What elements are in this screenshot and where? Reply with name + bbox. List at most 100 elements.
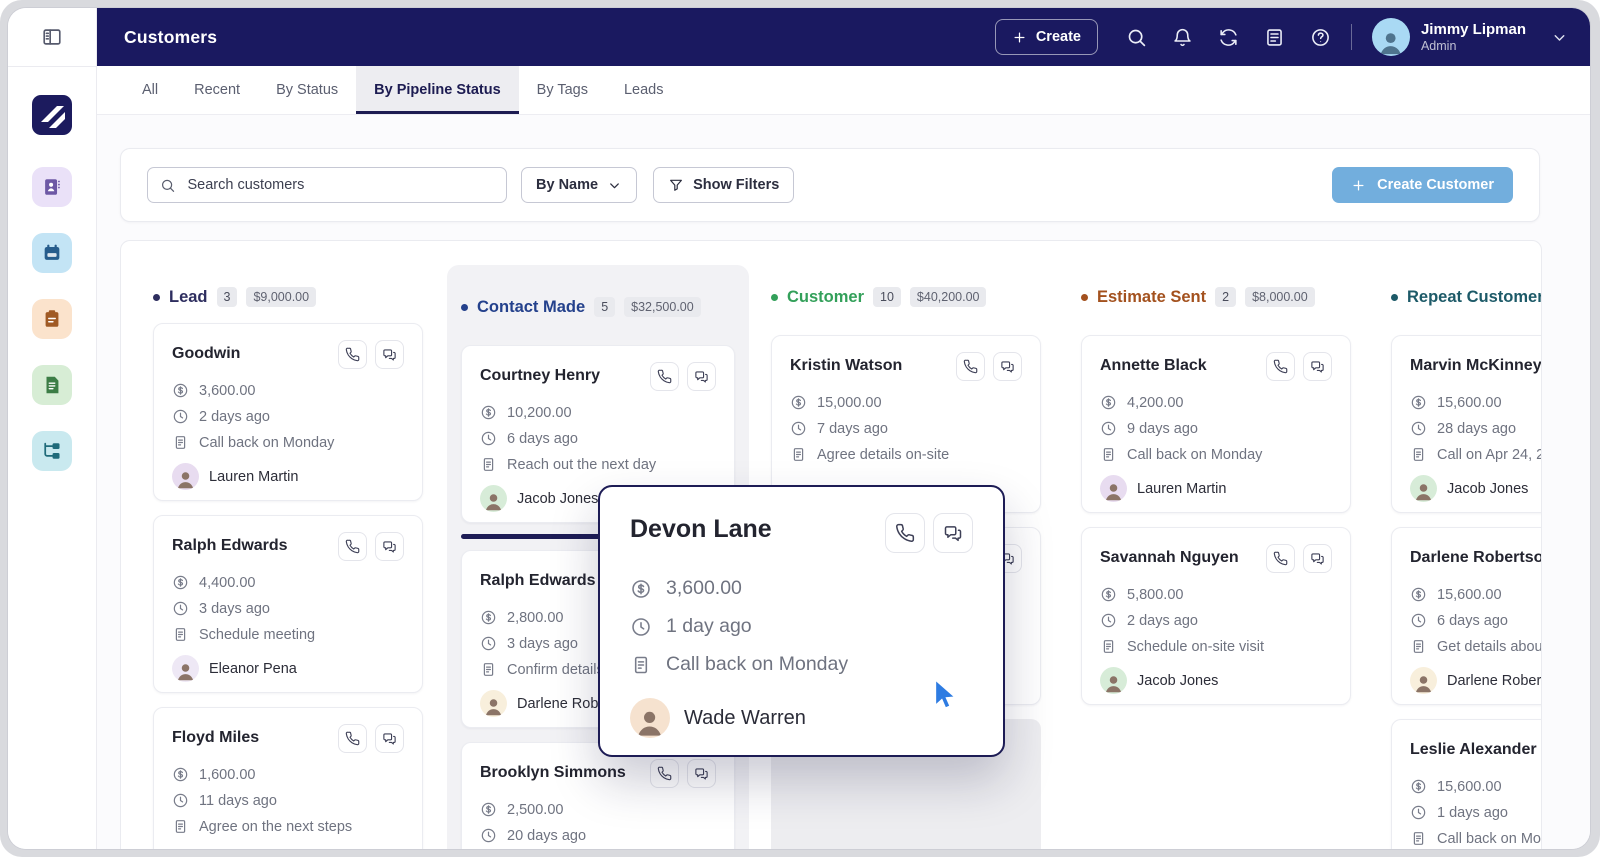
sidebar-item-pipeline[interactable] [32, 431, 72, 471]
customer-card-floyd-miles[interactable]: Floyd Miles1,600.0011 days agoAgree on t… [153, 707, 423, 849]
sidebar-item-contacts[interactable] [32, 167, 72, 207]
card-header: Savannah Nguyen [1100, 544, 1332, 573]
tab-recent[interactable]: Recent [176, 66, 258, 114]
sort-select[interactable]: By Name [521, 167, 637, 203]
message-button[interactable] [993, 352, 1022, 381]
card-note: Call back on Monday [1410, 830, 1542, 847]
clock-icon [1100, 612, 1117, 629]
call-button[interactable] [338, 532, 367, 561]
sidebar-item-tasks[interactable] [32, 299, 72, 339]
call-button[interactable] [338, 340, 367, 369]
sidebar-item-calendar[interactable] [32, 233, 72, 273]
dragged-card[interactable]: Devon Lane 3,600.00 1 day ago Call back … [598, 485, 1005, 757]
tab-all[interactable]: All [124, 66, 176, 114]
call-button[interactable] [650, 759, 679, 788]
message-button[interactable] [375, 532, 404, 561]
card-details: 2,500.0020 days ago [480, 801, 716, 844]
customer-card-marvin-mckinney[interactable]: Marvin McKinney15,600.0028 days agoCall … [1391, 335, 1542, 513]
search-box[interactable] [147, 167, 507, 203]
card-owner: Darlene Robertson [1410, 667, 1542, 694]
message-button[interactable] [687, 362, 716, 391]
customer-card-leslie-alexander[interactable]: Leslie Alexander15,600.001 days agoCall … [1391, 719, 1542, 849]
tab-by-status[interactable]: By Status [258, 66, 356, 114]
user-name: Jimmy Lipman [1421, 21, 1526, 39]
sync-icon[interactable] [1218, 27, 1239, 48]
note-icon [172, 818, 189, 835]
chat-icon [1310, 359, 1325, 374]
filter-toolbar: By Name Show Filters Create Customer [120, 148, 1540, 222]
status-dot-icon [1081, 294, 1088, 301]
note-icon [1100, 638, 1117, 655]
card-owner: Jacob Jones [1410, 475, 1542, 502]
customer-card-goodwin[interactable]: Goodwin3,600.002 days agoCall back on Mo… [153, 323, 423, 501]
card-details: 15,000.007 days agoAgree details on-site [790, 394, 1022, 463]
status-dot-icon [461, 304, 468, 311]
card-age: 1 days ago [1410, 804, 1542, 821]
flow-icon [41, 440, 63, 462]
card-name: Goodwin [172, 340, 240, 363]
tab-by-tags[interactable]: By Tags [519, 66, 606, 114]
dollar-icon [1410, 586, 1427, 603]
card-actions [885, 513, 973, 553]
user-menu[interactable]: Jimmy Lipman Admin [1372, 18, 1568, 56]
message-button[interactable] [1303, 544, 1332, 573]
owner-avatar [1410, 475, 1437, 502]
clock-icon [1100, 420, 1117, 437]
help-icon[interactable] [1310, 27, 1331, 48]
call-button[interactable] [1266, 544, 1295, 573]
show-filters-button[interactable]: Show Filters [653, 167, 794, 203]
chat-icon [694, 766, 709, 781]
tab-by-pipeline-status[interactable]: By Pipeline Status [356, 66, 519, 114]
clock-icon [172, 792, 189, 809]
message-button[interactable] [933, 513, 973, 553]
tab-bar: AllRecentBy StatusBy Pipeline StatusBy T… [96, 66, 1590, 115]
contacts-icon [41, 176, 63, 198]
dollar-icon [172, 382, 189, 399]
tab-leads[interactable]: Leads [606, 66, 682, 114]
brand-logo [32, 95, 72, 135]
notifications-icon[interactable] [1172, 27, 1193, 48]
call-button[interactable] [338, 724, 367, 753]
call-button[interactable] [1266, 352, 1295, 381]
chevron-down-icon [1551, 29, 1568, 46]
message-button[interactable] [375, 340, 404, 369]
notes-icon[interactable] [1264, 27, 1285, 48]
customer-card-darlene-robertson[interactable]: Darlene Robertson15,600.006 days agoGet … [1391, 527, 1542, 705]
card-note: Agree details on-site [790, 446, 1022, 463]
note-icon [630, 654, 652, 676]
column-title: Lead [169, 288, 208, 307]
card-details: 15,600.0028 days agoCall on Apr 24, 2024 [1410, 394, 1542, 463]
customer-card-annette-black[interactable]: Annette Black4,200.009 days agoCall back… [1081, 335, 1351, 513]
create-customer-button[interactable]: Create Customer [1332, 167, 1513, 203]
card-note: Get details about the project [1410, 638, 1542, 655]
card-note: Schedule on-site visit [1100, 638, 1332, 655]
message-button[interactable] [375, 724, 404, 753]
clock-icon [480, 430, 497, 447]
call-button[interactable] [956, 352, 985, 381]
call-button[interactable] [885, 513, 925, 553]
card-details: 4,200.009 days agoCall back on Monday [1100, 394, 1332, 463]
search-input[interactable] [186, 176, 495, 194]
card-actions [956, 352, 1022, 381]
customer-card-savannah-nguyen[interactable]: Savannah Nguyen5,800.002 days agoSchedul… [1081, 527, 1351, 705]
sidebar-toggle-button[interactable] [8, 8, 96, 67]
dollar-icon [1410, 394, 1427, 411]
create-button[interactable]: Create [995, 19, 1098, 55]
card-name: Darlene Robertson [1410, 544, 1542, 567]
search-icon[interactable] [1126, 27, 1147, 48]
owner-avatar [1100, 475, 1127, 502]
chat-icon [382, 539, 397, 554]
customer-card-ralph-edwards[interactable]: Ralph Edwards4,400.003 days agoSchedule … [153, 515, 423, 693]
call-button[interactable] [650, 362, 679, 391]
column-count-badge: 2 [1215, 287, 1236, 307]
customer-card-brooklyn-simmons[interactable]: Brooklyn Simmons2,500.0020 days ago [461, 742, 735, 849]
funnel-icon [668, 177, 684, 193]
layout-toggle-icon [41, 26, 63, 48]
phone-icon [1273, 551, 1288, 566]
note-icon [1410, 638, 1427, 655]
message-button[interactable] [687, 759, 716, 788]
sidebar-item-invoices[interactable] [32, 365, 72, 405]
message-button[interactable] [1303, 352, 1332, 381]
column-count-badge: 3 [217, 287, 238, 307]
owner-name: Wade Warren [684, 707, 806, 730]
